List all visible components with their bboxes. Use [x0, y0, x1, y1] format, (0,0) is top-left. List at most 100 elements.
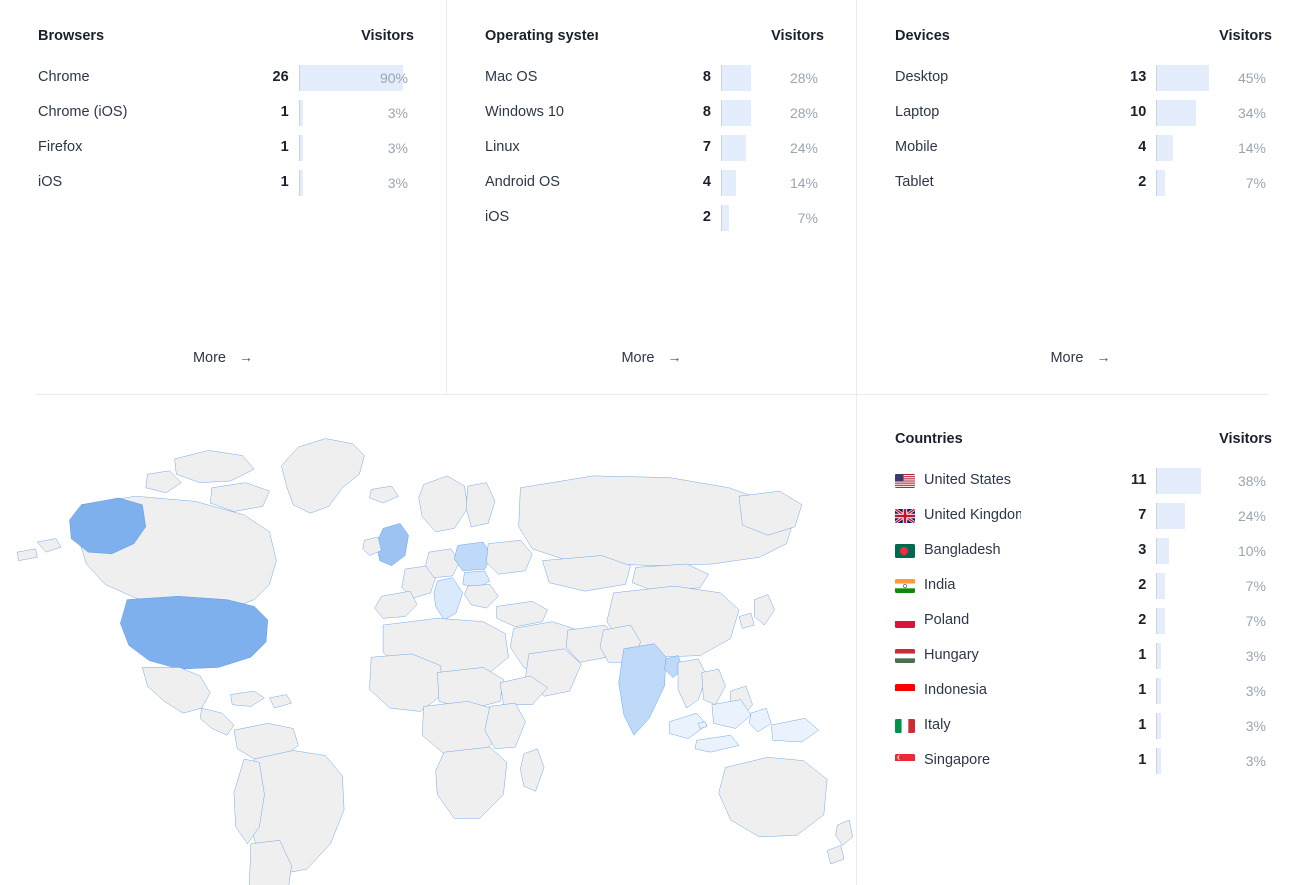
country-vietnam-cambodia [702, 669, 726, 705]
row-label-text: Italy [924, 708, 951, 743]
flag-id-icon [895, 684, 915, 698]
percent-bar: 38% [1156, 468, 1272, 494]
table-row[interactable]: Desktop1345% [895, 60, 1272, 95]
row-label-with-flag: United States [895, 463, 1021, 498]
percent-bar-label: 7% [1157, 608, 1272, 634]
flag-in-icon [895, 579, 915, 593]
country-ukraine-belarus [486, 540, 532, 574]
table-row[interactable]: Laptop1034% [895, 95, 1272, 130]
percent-bar: 90% [299, 65, 414, 91]
row-label-cell: Firefox [38, 130, 163, 165]
table-row[interactable]: Bangladesh 310% [895, 533, 1272, 568]
percent-bar: 24% [1156, 503, 1272, 529]
country-new-zealand [836, 820, 853, 845]
devices-title: Devices [895, 18, 1021, 60]
table-row[interactable]: Windows 10828% [485, 95, 824, 130]
table-row[interactable]: India 2 7% [895, 568, 1272, 603]
table-row[interactable]: Chrome2690% [38, 60, 414, 95]
table-row[interactable]: Tablet27% [895, 165, 1272, 200]
row-visitor-count: 13 [1021, 60, 1147, 95]
row-visitor-count: 2 [1021, 568, 1147, 603]
operating-systems-more-link[interactable]: More → [447, 349, 856, 366]
percent-bar: 28% [721, 65, 824, 91]
country-italy [434, 578, 463, 620]
table-row[interactable]: Hungary13% [895, 638, 1272, 673]
arrow-right-icon: → [239, 349, 253, 365]
devices-more-link[interactable]: More → [857, 349, 1304, 366]
percent-bar: 7% [721, 205, 824, 231]
operating-systems-title: Operating systems [485, 18, 598, 60]
row-label-with-flag: Indonesia [895, 673, 1021, 708]
row-visitor-count: 4 [1021, 130, 1147, 165]
percent-bar-label: 28% [722, 100, 824, 126]
table-row[interactable]: United States1138% [895, 463, 1272, 498]
table-row[interactable]: Android OS414% [485, 165, 824, 200]
operating-systems-panel: Operating systems Visitors Mac OS828%Win… [446, 0, 856, 394]
country-scandinavia [419, 476, 468, 532]
countries-table: Countries Visitors United States1138%Uni… [895, 421, 1272, 778]
devices-visitors-header: Visitors [1021, 18, 1272, 60]
percent-bar-label: 3% [1157, 643, 1272, 669]
browsers-table: Browsers Visitors Chrome2690%Chrome (iOS… [38, 18, 414, 200]
percent-bar-label: 45% [1157, 65, 1272, 91]
table-row[interactable]: iOS27% [485, 200, 824, 235]
flag-it-icon [895, 719, 915, 733]
row-visitor-count: 4 [598, 165, 711, 200]
map-landmasses [17, 439, 853, 885]
caribbean-islands-b [270, 695, 292, 709]
row-percent-cell: 34% [1146, 95, 1272, 130]
row-percent-cell: 45% [1146, 60, 1272, 95]
percent-bar-label: 3% [300, 170, 414, 196]
country-new-zealand-b [827, 845, 844, 864]
table-row[interactable]: Mobile414% [895, 130, 1272, 165]
table-row[interactable]: Poland27% [895, 603, 1272, 638]
country-indonesia-sulawesi [749, 708, 771, 732]
row-percent-cell: 90% [289, 60, 414, 95]
country-usa [120, 596, 267, 669]
browsers-more-link[interactable]: More → [0, 349, 446, 366]
arrow-right-icon: → [1097, 349, 1111, 365]
row-percent-cell: 3% [289, 130, 414, 165]
world-map-svg[interactable] [0, 403, 856, 885]
row-label-text: Bangladesh [924, 533, 1001, 568]
row-label-with-flag: Italy [895, 708, 1021, 743]
table-row[interactable]: United Kingdom724% [895, 498, 1272, 533]
table-row[interactable]: Italy13% [895, 708, 1272, 743]
row-percent-cell: 28% [711, 60, 824, 95]
row-percent-cell: 24% [711, 130, 824, 165]
percent-bar-label: 90% [300, 65, 414, 91]
row-label-cell: Indonesia [895, 673, 1021, 708]
row-label-cell: Linux [485, 130, 598, 165]
row-label-text: India [924, 568, 955, 603]
row-visitor-count: 3 [1021, 533, 1147, 568]
table-row[interactable]: iOS13% [38, 165, 414, 200]
row-percent-cell: 3% [289, 165, 414, 200]
row-label-text: Singapore [924, 743, 990, 778]
table-row[interactable]: Linux724% [485, 130, 824, 165]
table-row[interactable]: Singapore13% [895, 743, 1272, 778]
row-percent-cell: 24% [1146, 498, 1272, 533]
row-label-cell: Mobile [895, 130, 1021, 165]
table-row[interactable]: Indonesia13% [895, 673, 1272, 708]
table-row[interactable]: Chrome (iOS)13% [38, 95, 414, 130]
table-row[interactable]: Mac OS828% [485, 60, 824, 95]
row-label-with-flag: India [895, 568, 1021, 603]
map-and-countries-row: Countries Visitors United States1138%Uni… [0, 395, 1304, 885]
country-balkans [464, 584, 498, 608]
table-header-row: Operating systems Visitors [485, 18, 824, 60]
percent-bar: 7% [1156, 608, 1272, 634]
countries-panel: Countries Visitors United States1138%Uni… [856, 395, 1304, 885]
row-label-cell: Bangladesh [895, 533, 1021, 568]
row-label-cell: India [895, 568, 1021, 603]
percent-bar: 7% [1156, 573, 1272, 599]
table-row[interactable]: Firefox13% [38, 130, 414, 165]
world-map-panel[interactable] [0, 395, 856, 885]
percent-bar-label: 14% [722, 170, 824, 196]
row-percent-cell: 10% [1146, 533, 1272, 568]
row-visitor-count: 2 [1021, 603, 1147, 638]
operating-systems-more-label: More [621, 350, 654, 366]
row-visitor-count: 7 [598, 130, 711, 165]
row-visitor-count: 1 [1021, 743, 1147, 778]
country-japan [754, 595, 774, 626]
percent-bar: 3% [1156, 678, 1272, 704]
